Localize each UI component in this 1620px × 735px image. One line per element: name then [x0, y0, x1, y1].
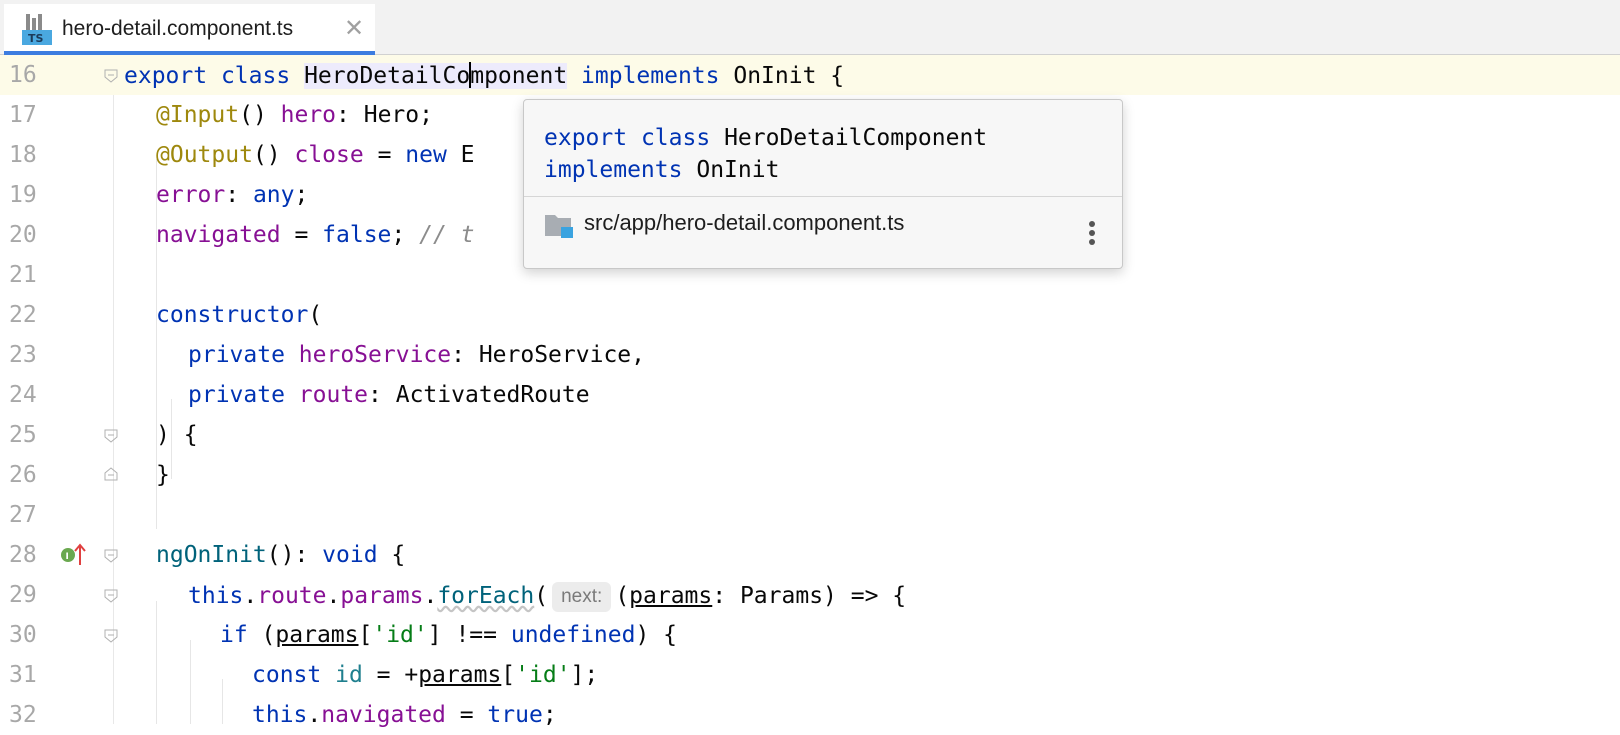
- close-icon[interactable]: ✕: [344, 14, 364, 42]
- tab-title: hero-detail.component.ts: [62, 17, 294, 40]
- code-text: @Input() hero: Hero;: [156, 102, 433, 128]
- line-number: 27: [9, 502, 37, 528]
- editor-tab-bar: TS hero-detail.component.ts ✕: [0, 0, 1620, 55]
- code-text: ) {: [156, 422, 198, 448]
- code-text: @Output() close = new E: [156, 142, 475, 168]
- svg-text:TS: TS: [28, 32, 44, 45]
- code-line: 26 }: [0, 455, 1620, 495]
- line-number: 16: [9, 62, 37, 88]
- file-path-link[interactable]: src/app/hero-detail.component.ts: [584, 210, 904, 236]
- line-number: 17: [9, 102, 37, 128]
- code-text: this.route.params.forEach(next: (params: …: [188, 582, 906, 612]
- line-number: 32: [9, 702, 37, 728]
- code-line: 22 constructor(: [0, 295, 1620, 335]
- line-number: 30: [9, 622, 37, 648]
- code-line: 28 I ngOnInit(): void {: [0, 535, 1620, 575]
- code-line: 29 this.route.params.forEach(next: (param…: [0, 575, 1620, 615]
- typescript-file-icon: TS: [22, 14, 52, 45]
- fold-icon[interactable]: [104, 429, 118, 443]
- code-text: export class HeroDetailComponent impleme…: [124, 62, 845, 89]
- code-text: }: [156, 462, 170, 488]
- code-line: 32 this.navigated = true;: [0, 695, 1620, 735]
- code-text: const id = +params['id'];: [252, 662, 599, 688]
- line-number: 24: [9, 382, 37, 408]
- code-text: error: any;: [156, 182, 309, 208]
- code-line: 30 if (params['id'] !== undefined) {: [0, 615, 1620, 655]
- line-number: 19: [9, 182, 37, 208]
- line-number: 18: [9, 142, 37, 168]
- code-text: private heroService: HeroService,: [188, 342, 645, 368]
- line-number: 28: [9, 542, 37, 568]
- fold-icon[interactable]: [104, 589, 118, 603]
- code-text: constructor(: [156, 302, 323, 328]
- svg-text:I: I: [66, 552, 69, 562]
- code-text: private route: ActivatedRoute: [188, 382, 590, 408]
- tab-hero-detail-component[interactable]: TS hero-detail.component.ts ✕: [4, 4, 375, 55]
- fold-icon[interactable]: [104, 629, 118, 643]
- more-options-icon[interactable]: [1088, 220, 1096, 246]
- code-line: 31 const id = +params['id'];: [0, 655, 1620, 695]
- line-number: 21: [9, 262, 37, 288]
- code-text: this.navigated = true;: [252, 702, 557, 728]
- fold-icon[interactable]: [104, 549, 118, 563]
- line-number: 31: [9, 662, 37, 688]
- folder-icon: [545, 215, 573, 238]
- line-number: 25: [9, 422, 37, 448]
- line-number: 22: [9, 302, 37, 328]
- popup-signature: export class HeroDetailComponent impleme…: [544, 125, 988, 183]
- code-line: 27: [0, 495, 1620, 535]
- popup-divider: [524, 196, 1122, 197]
- line-number: 20: [9, 222, 37, 248]
- code-line: 23 private heroService: HeroService,: [0, 335, 1620, 375]
- code-line: 16 export class HeroDetailComponent impl…: [0, 55, 1620, 95]
- fold-end-icon[interactable]: [104, 467, 118, 481]
- quick-definition-popup[interactable]: export class HeroDetailComponent impleme…: [523, 99, 1123, 269]
- implements-method-icon[interactable]: I: [60, 543, 88, 567]
- code-text: if (params['id'] !== undefined) {: [220, 622, 678, 648]
- line-number: 23: [9, 342, 37, 368]
- code-text: ngOnInit(): void {: [156, 542, 406, 568]
- line-number: 26: [9, 462, 37, 488]
- code-line: 25 ) {: [0, 415, 1620, 455]
- line-number: 29: [9, 582, 37, 608]
- code-text: navigated = false; // t: [156, 222, 475, 248]
- fold-icon[interactable]: [104, 69, 118, 83]
- parameter-hint: next:: [552, 582, 612, 612]
- code-line: 24 private route: ActivatedRoute: [0, 375, 1620, 415]
